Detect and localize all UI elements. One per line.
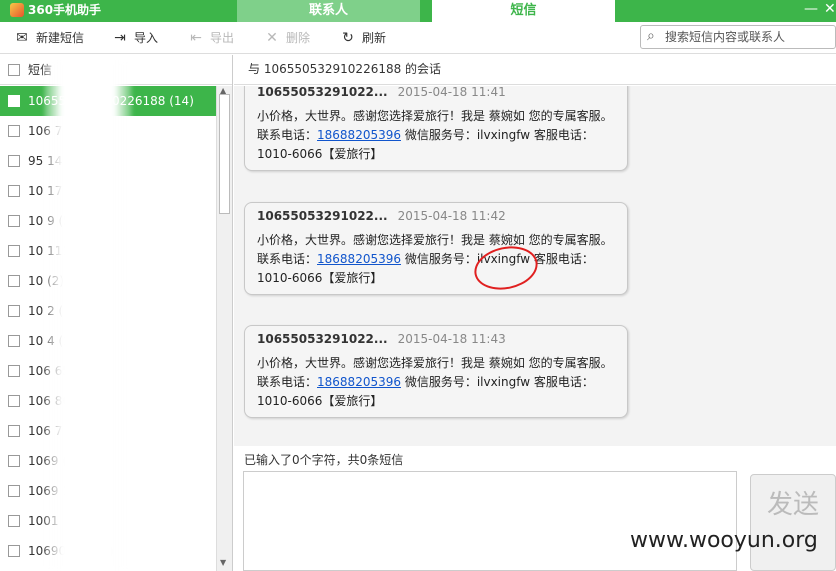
import-icon: ⇥ — [114, 30, 126, 46]
row-checkbox[interactable] — [8, 455, 20, 467]
message-bubble: 10655053291022... 2015-04-18 11:42 小价格，大世界… — [244, 202, 628, 295]
envelope-icon: ✉ — [16, 30, 28, 46]
close-button[interactable]: ✕ — [824, 0, 836, 18]
row-checkbox[interactable] — [8, 485, 20, 497]
message-time: 2015-04-18 11:43 — [397, 332, 506, 346]
app-logo-icon — [10, 2, 24, 17]
new-sms-button[interactable]: ✉ 新建短信 — [14, 22, 84, 54]
row-checkbox[interactable] — [8, 215, 20, 227]
row-checkbox[interactable] — [8, 305, 20, 317]
delete-icon: ✕ — [266, 30, 278, 46]
row-checkbox[interactable] — [8, 335, 20, 347]
phone-link[interactable]: 18688205396 — [317, 252, 401, 266]
import-button[interactable]: ⇥ 导入 — [112, 22, 158, 54]
message-time: 2015-04-18 11:42 — [397, 209, 506, 223]
message-header: 10655053291022... 2015-04-18 11:42 — [257, 209, 615, 223]
message-header: 10655053291022... 2015-04-18 11:43 — [257, 332, 615, 346]
phone-link[interactable]: 18688205396 — [317, 128, 401, 142]
refresh-button[interactable]: ↻ 刷新 — [340, 22, 386, 54]
row-checkbox[interactable] — [8, 245, 20, 257]
message-sender: 10655053291022... — [257, 86, 388, 99]
compose-textarea[interactable] — [243, 471, 737, 571]
row-checkbox[interactable] — [8, 155, 20, 167]
row-checkbox[interactable] — [8, 395, 20, 407]
phone-link[interactable]: 18688205396 — [317, 375, 401, 389]
row-checkbox[interactable] — [8, 545, 20, 557]
row-checkbox[interactable] — [8, 515, 20, 527]
app-title-text: 360手机助手 — [28, 3, 102, 17]
message-header: 10655053291022... 2015-04-18 11:41 — [257, 86, 615, 99]
search-icon: ⌕ — [647, 28, 655, 44]
message-body: 小价格，大世界。感谢您选择爱旅行！我是 蔡婉如 您的专属客服。联系电话：1868… — [257, 107, 615, 164]
list-scrollbar[interactable]: ▲ ▼ — [216, 86, 232, 571]
message-bubble: 10655053291022... 2015-04-18 11:43 小价格，大世界… — [244, 325, 628, 418]
tab-sms[interactable]: 短信 — [432, 0, 615, 22]
message-scrollbar[interactable] — [824, 86, 836, 446]
delete-button[interactable]: ✕ 删除 — [264, 22, 310, 54]
message-sender: 10655053291022... — [257, 332, 388, 346]
tab-contacts[interactable]: 联系人 — [237, 0, 420, 22]
list-scroll-thumb[interactable] — [219, 94, 230, 214]
conversation-panel: 与 106550532910226188 的会话 10655053291022.… — [234, 55, 836, 571]
row-checkbox[interactable] — [8, 275, 20, 287]
search-box[interactable]: ⌕ — [640, 25, 836, 49]
watermark: www.wooyun.org — [630, 528, 818, 553]
delete-label: 删除 — [286, 31, 311, 45]
scroll-down-icon[interactable]: ▼ — [220, 558, 226, 567]
new-sms-label: 新建短信 — [36, 31, 85, 45]
import-label: 导入 — [134, 31, 159, 45]
title-bar: 360手机助手 联系人 短信 — ✕ — [0, 0, 836, 22]
row-checkbox[interactable] — [8, 125, 20, 137]
row-checkbox[interactable] — [8, 185, 20, 197]
minimize-button[interactable]: — — [804, 0, 818, 18]
export-icon: ⇤ — [190, 30, 202, 46]
message-area: 10655053291022... 2015-04-18 11:43 小价格，大世界… — [234, 86, 836, 446]
export-label: 导出 — [210, 31, 235, 45]
message-sender: 10655053291022... — [257, 209, 388, 223]
refresh-icon: ↻ — [342, 30, 354, 46]
app-title: 360手机助手 — [10, 1, 101, 18]
redaction-blur — [44, 60, 132, 571]
export-button[interactable]: ⇤ 导出 — [188, 22, 234, 54]
message-time: 2015-04-18 11:41 — [397, 86, 506, 99]
message-body: 小价格，大世界。感谢您选择爱旅行！我是 蔡婉如 您的专属客服。联系电话：1868… — [257, 354, 615, 411]
search-input[interactable] — [665, 28, 833, 46]
row-checkbox[interactable] — [8, 95, 20, 107]
conversation-header: 与 106550532910226188 的会话 — [234, 55, 836, 85]
row-checkbox[interactable] — [8, 365, 20, 377]
select-all-checkbox[interactable] — [8, 63, 20, 76]
toolbar: ✉ 新建短信 ⇥ 导入 ⇤ 导出 ✕ 删除 ↻ 刷新 ⌕ — [0, 22, 836, 54]
message-body: 小价格，大世界。感谢您选择爱旅行！我是 蔡婉如 您的专属客服。联系电话：1868… — [257, 231, 615, 288]
message-bubble: 10655053291022... 2015-04-18 11:41 小价格，大世界… — [244, 86, 628, 171]
row-checkbox[interactable] — [8, 425, 20, 437]
refresh-label: 刷新 — [362, 31, 387, 45]
send-button[interactable]: 发送 — [750, 474, 836, 571]
compose-status: 已输入了0个字符，共0条短信 — [244, 453, 404, 467]
